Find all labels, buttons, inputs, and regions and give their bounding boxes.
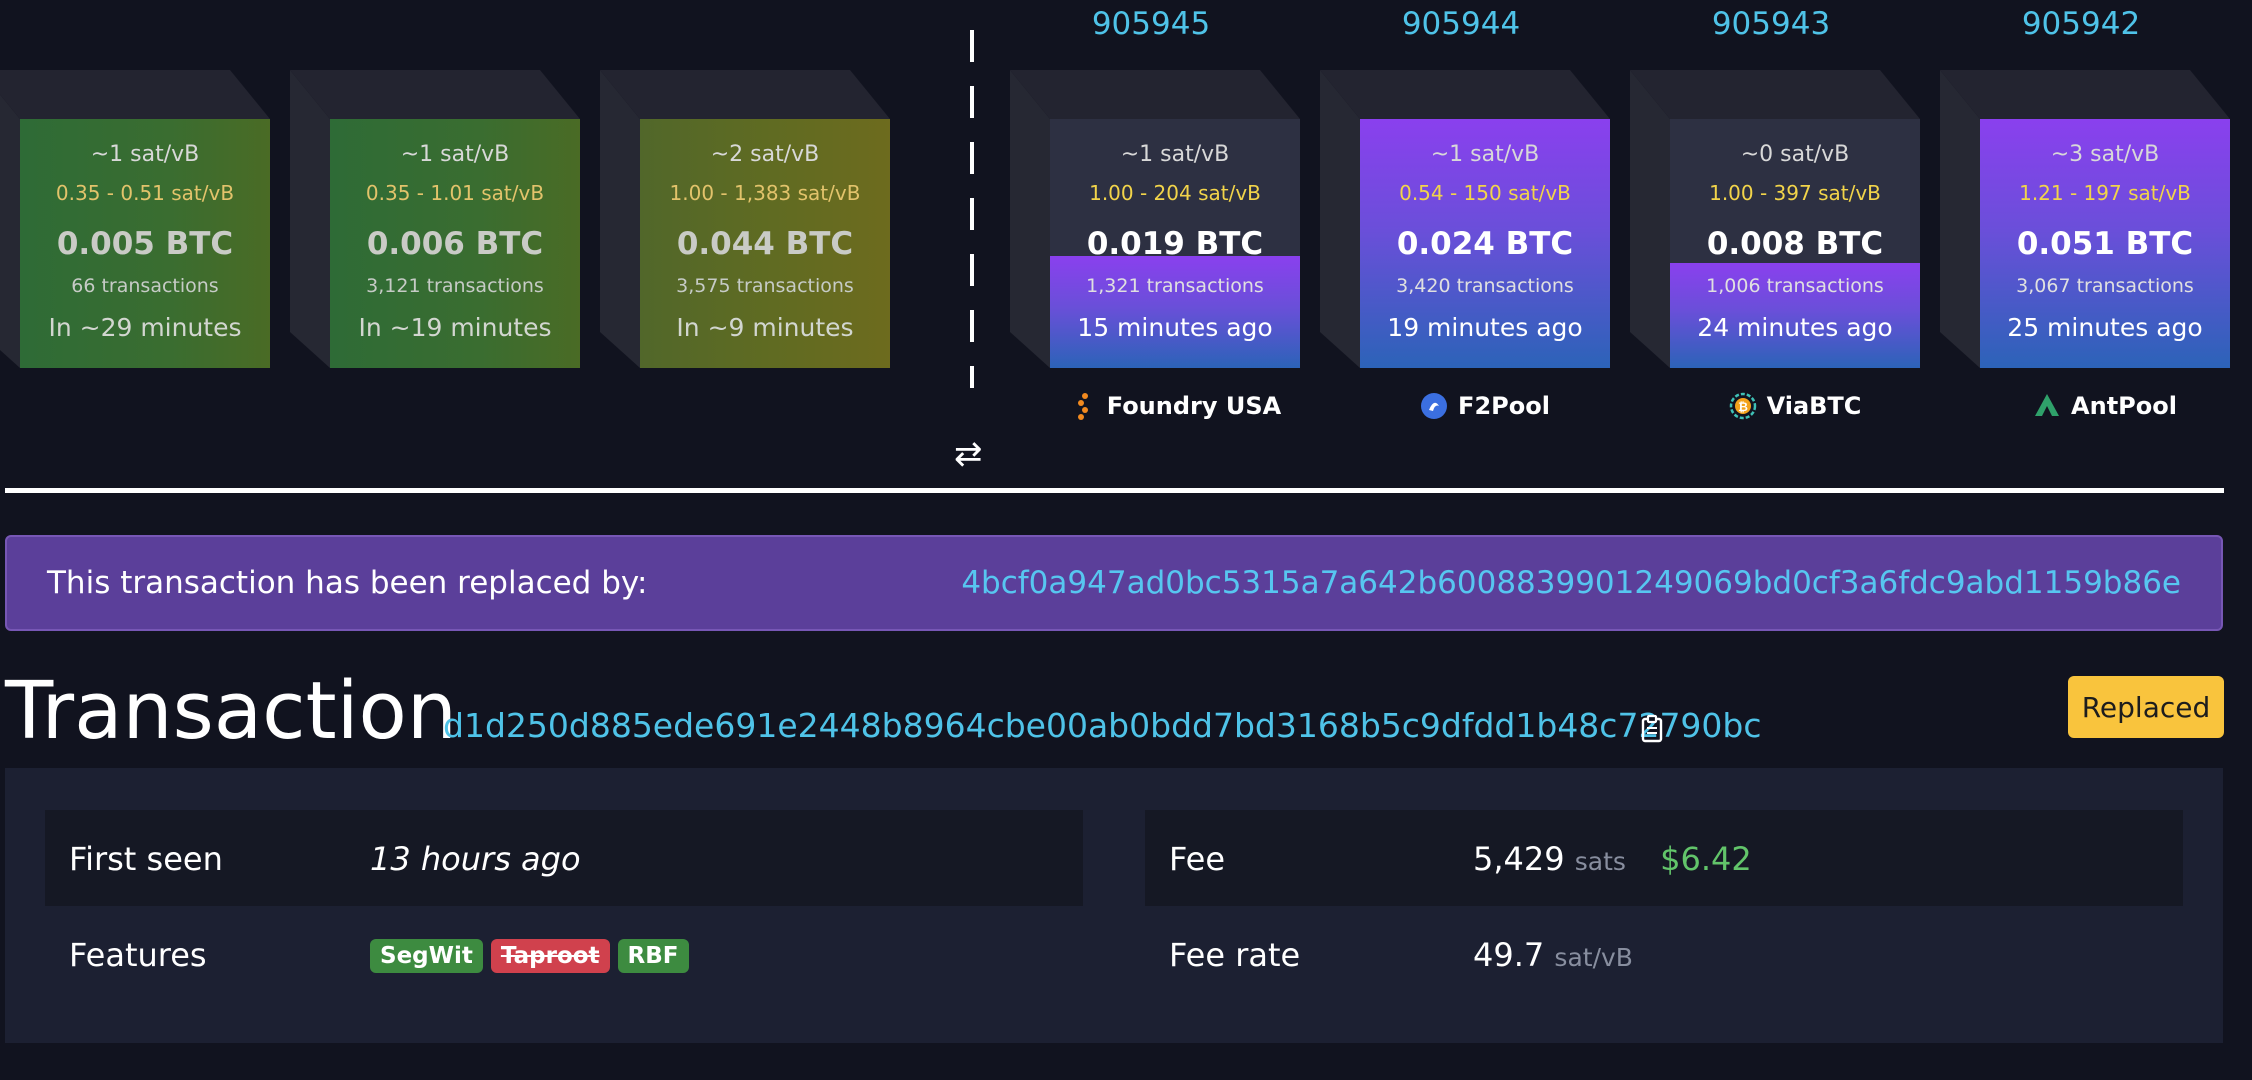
pool-name: F2Pool [1458, 392, 1550, 420]
antpool-icon [2033, 392, 2061, 420]
block-total: 0.044 BTC [676, 226, 854, 262]
fee-value: 5,429 sats $6.42 [1473, 840, 1752, 878]
first-seen-label: First seen [69, 840, 223, 878]
replaced-message: This transaction has been replaced by: [47, 565, 648, 601]
swap-arrows-icon[interactable]: ⇄ [954, 434, 983, 474]
mining-pool-link[interactable]: ₿ ViaBTC [1650, 392, 1940, 420]
transaction-txid[interactable]: d1d250d885ede691e2448b8964cbe00ab0bdd7bd… [443, 706, 1762, 745]
status-badge: Replaced [2068, 676, 2224, 738]
block-height-link[interactable]: 905943 [1671, 6, 1871, 42]
block-total: 0.051 BTC [2016, 226, 2194, 262]
pending-block[interactable]: ~1 sat/vB 0.35 - 0.51 sat/vB 0.005 BTC 6… [0, 70, 270, 368]
fee-unit: sats [1574, 847, 1626, 876]
features-label: Features [69, 936, 207, 974]
mined-block[interactable]: ~3 sat/vB 1.21 - 197 sat/vB 0.051 BTC 3,… [1940, 70, 2230, 368]
mining-pool-link[interactable]: Foundry USA [1030, 392, 1320, 420]
fee-rate-value: 49.7 sat/vB [1473, 936, 1633, 974]
block-fee-range: 1.00 - 1,383 sat/vB [669, 181, 861, 205]
block-fee-range: 0.54 - 150 sat/vB [1399, 181, 1571, 205]
block-median-fee: ~0 sat/vB [1740, 142, 1850, 167]
features-tags: SegWit Taproot RBF [370, 933, 697, 973]
block-height-link[interactable]: 905944 [1361, 6, 1561, 42]
block-fill [1050, 255, 1300, 368]
block-age: 15 minutes ago [1077, 313, 1273, 342]
pool-name: Foundry USA [1106, 392, 1282, 420]
mining-pool-link[interactable]: AntPool [1960, 392, 2250, 420]
features-row: Features SegWit Taproot RBF [45, 906, 1083, 1002]
mining-pool-link[interactable]: F2Pool [1340, 392, 1630, 420]
block-age: 25 minutes ago [2007, 313, 2203, 342]
fee-sats: 5,429 [1473, 840, 1565, 878]
fee-rate-row: Fee rate 49.7 sat/vB [1145, 906, 2183, 1002]
fee-rate-number: 49.7 [1473, 936, 1545, 974]
pending-block[interactable]: ~2 sat/vB 1.00 - 1,383 sat/vB 0.044 BTC … [600, 70, 890, 368]
block-median-fee: ~3 sat/vB [2050, 142, 2160, 167]
mined-block[interactable]: ~1 sat/vB 0.54 - 150 sat/vB 0.024 BTC 3,… [1320, 70, 1610, 368]
block-age: 19 minutes ago [1387, 313, 1583, 342]
replacement-txid-link[interactable]: 4bcf0a947ad0bc5315a7a642b600883990124906… [961, 565, 2181, 601]
feature-tag-taproot[interactable]: Taproot [490, 939, 610, 973]
block-age: 24 minutes ago [1697, 313, 1893, 342]
block-total: 0.019 BTC [1086, 226, 1264, 262]
block-eta: In ~29 minutes [48, 313, 242, 342]
fee-usd: $6.42 [1660, 840, 1752, 878]
block-tx-count: 1,006 transactions [1706, 275, 1884, 297]
block-median-fee: ~1 sat/vB [400, 142, 510, 167]
mempool-divider [970, 30, 974, 388]
pool-name: ViaBTC [1766, 392, 1862, 420]
block-fee-range: 0.35 - 1.01 sat/vB [365, 181, 545, 205]
section-divider [5, 488, 2224, 493]
block-median-fee: ~1 sat/vB [90, 142, 200, 167]
block-tx-count: 3,575 transactions [676, 275, 854, 297]
block-total: 0.008 BTC [1706, 226, 1884, 262]
first-seen-row: First seen 13 hours ago [45, 810, 1083, 906]
transaction-details: First seen 13 hours ago Features SegWit T… [5, 768, 2223, 1043]
pool-name: AntPool [2071, 392, 2177, 420]
blockchain-strip: ~1 sat/vB 0.35 - 0.51 sat/vB 0.005 BTC 6… [0, 0, 2252, 474]
block-tx-count: 1,321 transactions [1086, 275, 1264, 297]
fee-label: Fee [1169, 840, 1226, 878]
block-total: 0.024 BTC [1396, 226, 1574, 262]
clipboard-copy-icon[interactable] [1640, 714, 1666, 744]
block-tx-count: 3,121 transactions [366, 275, 544, 297]
block-median-fee: ~1 sat/vB [1430, 142, 1540, 167]
f2pool-icon [1420, 392, 1448, 420]
fee-row: Fee 5,429 sats $6.42 [1145, 810, 2183, 906]
block-tx-count: 3,420 transactions [1396, 275, 1574, 297]
block-fee-range: 1.21 - 197 sat/vB [2019, 181, 2191, 205]
mined-block[interactable]: ~0 sat/vB 1.00 - 397 sat/vB 0.008 BTC 1,… [1630, 70, 1920, 368]
block-eta: In ~9 minutes [676, 313, 854, 342]
block-total: 0.006 BTC [366, 226, 544, 262]
block-eta: In ~19 minutes [358, 313, 552, 342]
fee-rate-label: Fee rate [1169, 936, 1301, 974]
viabtc-icon: ₿ [1729, 392, 1757, 420]
block-height-link[interactable]: 905942 [1981, 6, 2181, 42]
pending-block[interactable]: ~1 sat/vB 0.35 - 1.01 sat/vB 0.006 BTC 3… [290, 70, 580, 368]
block-median-fee: ~2 sat/vB [710, 142, 820, 167]
block-total: 0.005 BTC [56, 226, 234, 262]
first-seen-value: 13 hours ago [370, 840, 581, 878]
block-fee-range: 1.00 - 397 sat/vB [1709, 181, 1881, 205]
mined-block[interactable]: ~1 sat/vB 1.00 - 204 sat/vB 0.019 BTC 1,… [1010, 70, 1300, 368]
block-median-fee: ~1 sat/vB [1120, 142, 1230, 167]
block-tx-count: 66 transactions [71, 275, 219, 297]
block-height-link[interactable]: 905945 [1051, 6, 1251, 42]
replaced-notice: This transaction has been replaced by: 4… [5, 535, 2223, 631]
svg-text:₿: ₿ [1738, 400, 1748, 414]
block-fee-range: 1.00 - 204 sat/vB [1089, 181, 1261, 205]
block-fee-range: 0.35 - 0.51 sat/vB [55, 181, 235, 205]
feature-tag-rbf[interactable]: RBF [617, 939, 689, 973]
foundry-usa-icon [1069, 392, 1097, 420]
fee-rate-unit: sat/vB [1554, 943, 1633, 972]
feature-tag-segwit[interactable]: SegWit [370, 939, 483, 973]
block-tx-count: 3,067 transactions [2016, 275, 2194, 297]
page-title: Transaction [5, 665, 457, 757]
